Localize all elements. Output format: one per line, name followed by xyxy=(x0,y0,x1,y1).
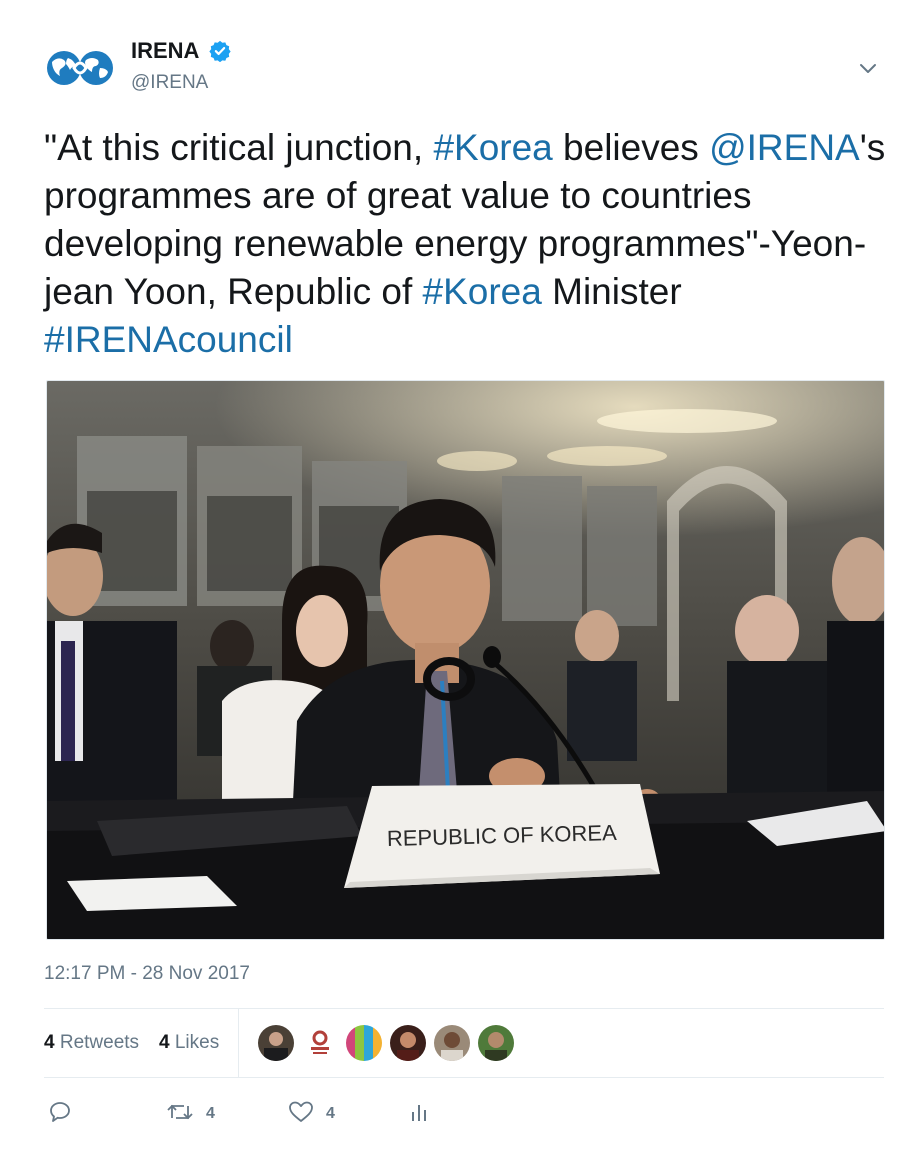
like-button[interactable]: 4 xyxy=(288,1096,335,1132)
tweet-photo[interactable]: REPUBLIC OF KOREA xyxy=(46,380,885,940)
tweet-actions: 4 4 xyxy=(44,1096,884,1136)
hashtag-link[interactable]: #Korea xyxy=(433,127,552,168)
irena-logo-icon[interactable] xyxy=(44,46,116,90)
reply-button[interactable] xyxy=(48,1096,72,1132)
tweet-text: "At this critical junction, #Korea belie… xyxy=(44,124,894,364)
retweets-label: Retweets xyxy=(59,1032,140,1053)
retweet-count: 4 xyxy=(206,1105,215,1122)
analytics-button[interactable] xyxy=(409,1096,429,1132)
liker-avatar[interactable] xyxy=(346,1025,382,1061)
tweet-stats: 4 Retweets 4 Likes xyxy=(44,1009,884,1077)
analytics-icon xyxy=(409,1100,429,1129)
verified-badge-icon xyxy=(209,40,231,63)
reply-icon xyxy=(48,1100,72,1129)
likes-stat[interactable]: 4 Likes xyxy=(159,1032,219,1054)
user-display-name[interactable]: IRENA xyxy=(131,38,199,64)
retweet-icon xyxy=(166,1100,194,1129)
retweets-count: 4 xyxy=(44,1032,55,1053)
liker-avatar[interactable] xyxy=(258,1025,294,1061)
liker-avatar[interactable] xyxy=(434,1025,470,1061)
mention-link[interactable]: @IRENA xyxy=(709,127,860,168)
likes-label: Likes xyxy=(174,1032,220,1053)
user-handle[interactable]: @IRENA xyxy=(131,72,231,94)
likes-count: 4 xyxy=(159,1032,170,1053)
tweet-text-segment: Minister xyxy=(541,271,682,312)
divider xyxy=(44,1077,884,1078)
liker-avatar[interactable] xyxy=(302,1025,338,1061)
tweet-text-segment: believes xyxy=(552,127,710,168)
tweet-timestamp[interactable]: 12:17 PM - 28 Nov 2017 xyxy=(44,963,250,985)
retweet-button[interactable]: 4 xyxy=(166,1096,215,1132)
tweet-header: IRENA @IRENA xyxy=(44,36,894,100)
tweet-text-segment: "At this critical junction, xyxy=(44,127,434,168)
liker-avatar[interactable] xyxy=(478,1025,514,1061)
hashtag-link[interactable]: #Korea xyxy=(423,271,542,312)
hashtag-link[interactable]: #IRENAcouncil xyxy=(44,319,293,360)
user-name-block[interactable]: IRENA @IRENA xyxy=(131,38,231,94)
chevron-down-icon[interactable] xyxy=(856,56,880,80)
stats-divider xyxy=(238,1009,239,1077)
liker-avatar[interactable] xyxy=(390,1025,426,1061)
retweets-stat[interactable]: 4 Retweets xyxy=(44,1032,139,1054)
heart-icon xyxy=(288,1100,314,1129)
like-count: 4 xyxy=(326,1105,335,1122)
